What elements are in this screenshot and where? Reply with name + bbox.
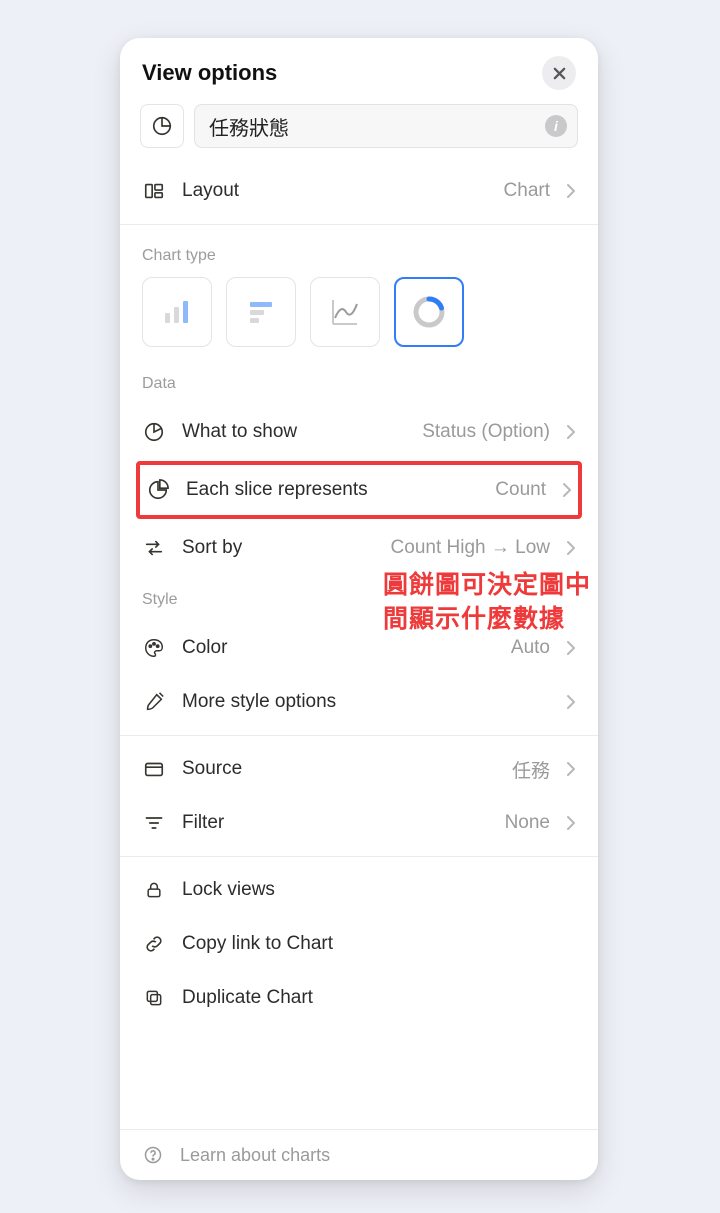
chevron-right-icon [566, 640, 576, 656]
data-section-label: Data [120, 359, 598, 405]
source-row[interactable]: Source 任務 [142, 742, 576, 796]
panel-header: View options [120, 38, 598, 104]
learn-label: Learn about charts [180, 1145, 330, 1166]
lock-views-label: Lock views [182, 879, 576, 901]
highlighted-row: Each slice represents Count [136, 461, 582, 519]
copy-link-row[interactable]: Copy link to Chart [142, 917, 576, 971]
pie-slice-icon [146, 478, 170, 502]
more-style-label: More style options [182, 691, 550, 713]
learn-about-charts[interactable]: Learn about charts [120, 1129, 598, 1180]
color-label: Color [182, 637, 495, 659]
chevron-right-icon [562, 482, 572, 498]
close-icon [552, 66, 567, 81]
divider [120, 856, 598, 857]
chevron-right-icon [566, 694, 576, 710]
layout-label: Layout [182, 180, 488, 202]
what-to-show-value: Status (Option) [422, 421, 550, 443]
divider [120, 224, 598, 225]
view-title-input[interactable]: 任務狀態 i [194, 104, 578, 148]
info-icon[interactable]: i [545, 115, 567, 137]
chevron-right-icon [566, 424, 576, 440]
more-style-row[interactable]: More style options [142, 675, 576, 729]
brush-icon [142, 690, 166, 714]
divider [120, 735, 598, 736]
chart-type-donut[interactable] [394, 277, 464, 347]
chevron-right-icon [566, 183, 576, 199]
line-chart-icon [327, 294, 363, 330]
what-to-show-row[interactable]: What to show Status (Option) [142, 405, 576, 459]
bar-chart-icon [160, 295, 194, 329]
chart-type-section-label: Chart type [120, 231, 598, 277]
each-slice-row[interactable]: Each slice represents Count [140, 465, 578, 515]
duplicate-icon [142, 986, 166, 1010]
close-button[interactable] [542, 56, 576, 90]
view-title-row: 任務狀態 i [120, 104, 598, 164]
duplicate-label: Duplicate Chart [182, 987, 576, 1009]
chart-type-line[interactable] [310, 277, 380, 347]
help-icon [142, 1144, 164, 1166]
chart-type-horizontal-bar[interactable] [226, 277, 296, 347]
pie-chart-icon [151, 115, 173, 137]
chart-type-selector [120, 277, 598, 359]
sort-by-row[interactable]: Sort by Count High → Low [142, 521, 576, 575]
view-icon-button[interactable] [140, 104, 184, 148]
layout-row[interactable]: Layout Chart [142, 164, 576, 218]
what-to-show-label: What to show [182, 421, 406, 443]
each-slice-label: Each slice represents [186, 479, 479, 501]
layout-value: Chart [504, 180, 550, 202]
filter-icon [142, 811, 166, 835]
palette-icon [142, 636, 166, 660]
sort-icon [142, 536, 166, 560]
filter-label: Filter [182, 812, 489, 834]
lock-views-row[interactable]: Lock views [142, 863, 576, 917]
chevron-right-icon [566, 761, 576, 777]
sort-by-label: Sort by [182, 537, 375, 559]
filter-row[interactable]: Filter None [142, 796, 576, 850]
folder-icon [142, 757, 166, 781]
color-value: Auto [511, 637, 550, 659]
source-label: Source [182, 758, 496, 780]
horizontal-bar-icon [244, 295, 278, 329]
lock-icon [142, 878, 166, 902]
link-icon [142, 932, 166, 956]
layout-icon [142, 179, 166, 203]
copy-link-label: Copy link to Chart [182, 933, 576, 955]
pie-icon [142, 420, 166, 444]
chevron-right-icon [566, 540, 576, 556]
chart-type-bar[interactable] [142, 277, 212, 347]
duplicate-row[interactable]: Duplicate Chart [142, 971, 576, 1025]
donut-chart-icon [410, 293, 448, 331]
panel-title: View options [142, 60, 277, 86]
annotation-text: 圓餅圖可決定圖中 間顯示什麼數據 [383, 569, 591, 637]
filter-value: None [505, 812, 550, 834]
chevron-right-icon [566, 815, 576, 831]
annotation-line1: 圓餅圖可決定圖中 [383, 569, 591, 603]
source-value: 任務 [512, 756, 550, 783]
annotation-line2: 間顯示什麼數據 [383, 603, 591, 637]
view-title-text: 任務狀態 [209, 112, 545, 141]
sort-by-value: Count High → Low [391, 537, 550, 559]
each-slice-value: Count [495, 479, 546, 501]
